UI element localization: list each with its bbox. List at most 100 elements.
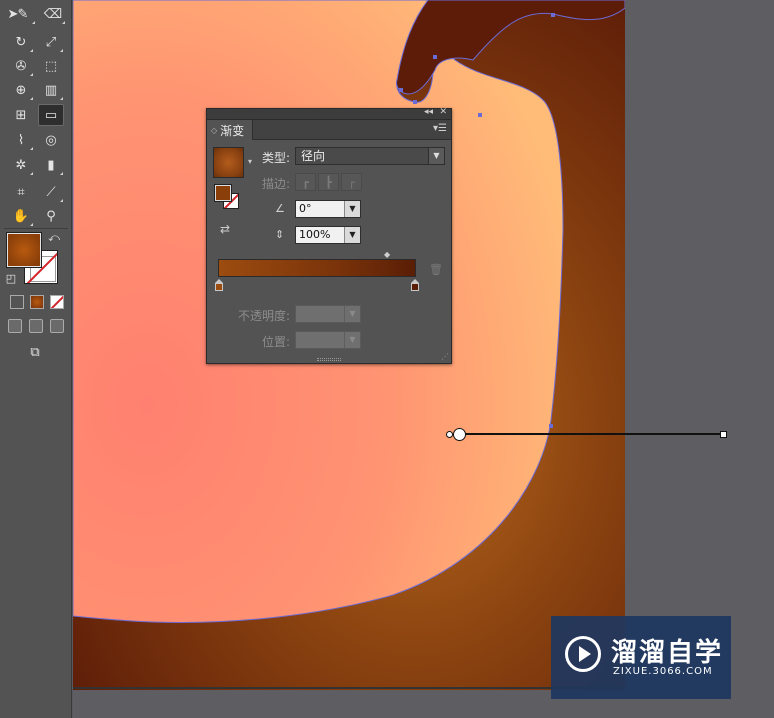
free-transform-tool-button[interactable]: ⬚ [38, 55, 64, 77]
eyedropper-tool-icon: ⌇ [17, 132, 25, 148]
pasteboard [625, 0, 774, 718]
pasteboard-bottom [73, 690, 625, 718]
artboard-edge [73, 687, 625, 689]
none-mode-button[interactable] [50, 295, 64, 309]
gradient-midpoint-icon[interactable]: ◆ [384, 250, 390, 259]
location-select[interactable]: ▼ [295, 331, 361, 349]
pencil-tool-icon: ✎ [17, 6, 29, 22]
stroke-gradient-across-button[interactable]: ┌ [341, 173, 362, 191]
illustrator-window: ➤ ✎ ⌫ ↻ ⤢ ✇ ⬚ ⊕ ▥ ⊞ ▭ ⌇ ◎ ✲ ▮ ⌗ ⟋ ✋ ⚲ ⤺ … [0, 0, 774, 718]
pencil-tool-button[interactable]: ✎ [10, 3, 36, 25]
tools-panel: ➤ ✎ ⌫ ↻ ⤢ ✇ ⬚ ⊕ ▥ ⊞ ▭ ⌇ ◎ ✲ ▮ ⌗ ⟋ ✋ ⚲ ⤺ … [0, 0, 72, 718]
graph-tool-button[interactable]: ▥ [38, 79, 64, 101]
location-dropdown-icon: ▼ [344, 332, 360, 348]
stroke-gradient-along-button[interactable]: ┣ [318, 173, 339, 191]
mesh-tool-icon: ⊞ [15, 107, 27, 123]
shape-builder-tool-button[interactable]: ⊕ [8, 79, 34, 101]
watermark-title: 溜溜自学 [611, 638, 724, 668]
slice-tool-icon: ⟋ [46, 184, 56, 200]
column-graph-tool-icon: ▮ [47, 157, 55, 173]
free-transform-tool-icon: ⬚ [44, 58, 58, 74]
blend-tool-icon: ◎ [45, 132, 57, 148]
gradient-type-select[interactable]: 径向 ▼ [295, 147, 445, 165]
aspect-ratio-icon: ⇕ [275, 228, 285, 241]
gradient-thumbnail[interactable] [213, 147, 244, 178]
swap-fill-stroke-icon[interactable]: ⤺ [44, 229, 64, 245]
rotate-tool-button[interactable]: ↻ [8, 31, 34, 53]
zoom-tool-button[interactable]: ⚲ [38, 205, 64, 227]
aspect-ratio-value: 100% [299, 228, 331, 241]
resize-handle-icon[interactable]: ⋰ [441, 352, 449, 361]
panel-tab-row: ◇ 渐变 ▾☰ [207, 120, 451, 140]
aspect-ratio-input[interactable]: 100% ▼ [295, 226, 361, 244]
type-label: 类型: [262, 151, 291, 165]
scale-tool-button[interactable]: ⤢ [38, 31, 64, 53]
panel-fill-swatch[interactable] [214, 184, 232, 202]
scale-tool-icon: ⤢ [45, 34, 57, 50]
gradient-annotator-bar[interactable] [459, 433, 723, 435]
gradient-stop-left[interactable] [215, 279, 223, 291]
watermark-subtitle: ZIXUE.3066.COM [613, 666, 713, 677]
warp-tool-button[interactable]: ✇ [8, 55, 34, 77]
default-colors-icon[interactable]: ◰ [2, 270, 20, 286]
swap-icon-glyph: ⤺ [48, 230, 60, 244]
mesh-tool-button[interactable]: ⊞ [8, 104, 34, 126]
stroke-within-icon: ┏ [302, 175, 309, 189]
draw-normal-button[interactable] [8, 319, 22, 333]
gradient-origin-handle[interactable] [453, 428, 466, 441]
gradient-mode-button[interactable] [30, 295, 44, 309]
screen-mode-icon[interactable]: ⧉ [22, 341, 48, 363]
angle-input[interactable]: 0° ▼ [295, 200, 361, 218]
chevron-down-icon: ▼ [428, 148, 444, 164]
location-label: 位置: [262, 335, 291, 349]
fill-color-swatch[interactable] [6, 232, 42, 268]
eyedropper-tool-button[interactable]: ⌇ [8, 129, 34, 151]
default-icon-glyph: ◰ [5, 271, 17, 285]
close-panel-icon[interactable]: ✕ [439, 107, 447, 117]
opacity-dropdown-icon: ▼ [344, 306, 360, 322]
opacity-label: 不透明度: [238, 309, 291, 323]
hand-tool-icon: ✋ [12, 208, 30, 224]
panel-menu-icon[interactable]: ▾☰ [433, 123, 447, 134]
angle-icon: ∠ [275, 202, 285, 215]
gradient-end-handle[interactable] [720, 431, 727, 438]
collapse-panel-icon[interactable]: ◂◂ [424, 107, 433, 117]
gradient-focal-point[interactable] [446, 431, 453, 438]
aspect-dropdown-icon[interactable]: ▼ [344, 227, 360, 243]
gradient-stop-right[interactable] [411, 279, 419, 291]
symbol-sprayer-tool-button[interactable]: ✲ [8, 154, 34, 176]
eraser-tool-button[interactable]: ⌫ [40, 3, 66, 25]
panel-title-bar[interactable]: ◂◂ ✕ [207, 107, 451, 120]
opacity-select[interactable]: ▼ [295, 305, 361, 323]
rotate-tool-icon: ↻ [15, 34, 27, 50]
delete-stop-icon[interactable]: 🗑 [429, 263, 443, 276]
reverse-gradient-icon[interactable]: ⇄ [220, 222, 230, 236]
zoom-tool-icon: ⚲ [46, 208, 56, 224]
shape-builder-tool-icon: ⊕ [15, 82, 27, 98]
draw-inside-button[interactable] [50, 319, 64, 333]
eraser-tool-icon: ⌫ [43, 6, 63, 22]
hand-tool-button[interactable]: ✋ [8, 205, 34, 227]
blend-tool-button[interactable]: ◎ [38, 129, 64, 151]
tab-gradient-label: 渐变 [220, 123, 245, 138]
angle-dropdown-icon[interactable]: ▼ [344, 201, 360, 217]
screen-mode-glyph: ⧉ [30, 344, 40, 360]
gradient-tool-button[interactable]: ▭ [38, 104, 64, 126]
panel-grip[interactable] [317, 358, 341, 361]
stroke-along-icon: ┣ [325, 175, 332, 189]
color-mode-button[interactable] [10, 295, 24, 309]
symbol-sprayer-tool-icon: ✲ [15, 157, 27, 173]
gradient-type-value: 径向 [301, 149, 326, 163]
tab-gradient[interactable]: ◇ 渐变 [207, 120, 253, 140]
artboard-tool-button[interactable]: ⌗ [8, 181, 34, 203]
draw-behind-button[interactable] [29, 319, 43, 333]
gradient-slider[interactable] [218, 259, 416, 277]
tab-toggle-icon[interactable]: ◇ [211, 126, 217, 135]
slice-tool-button[interactable]: ⟋ [38, 181, 64, 203]
angle-value: 0° [299, 202, 312, 215]
watermark-logo: 溜溜自学 ZIXUE.3066.COM [551, 616, 731, 699]
column-graph-tool-button[interactable]: ▮ [38, 154, 64, 176]
stroke-gradient-within-button[interactable]: ┏ [295, 173, 316, 191]
gradient-panel[interactable]: ◂◂ ✕ ◇ 渐变 ▾☰ ▾ ⇄ 类型: 径向 ▼ 描边: ┏ ┣ ┌ ∠ 0°… [206, 107, 452, 364]
gradient-presets-arrow-icon[interactable]: ▾ [248, 157, 252, 166]
